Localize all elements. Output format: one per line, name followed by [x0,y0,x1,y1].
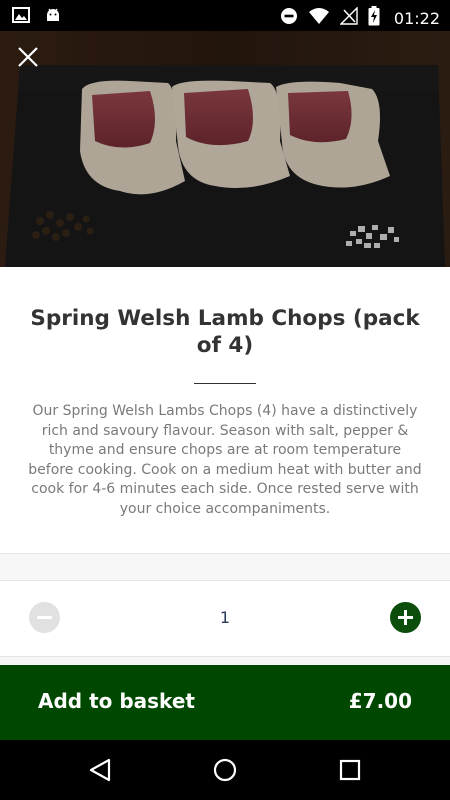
close-button[interactable] [16,45,40,69]
product-description: Our Spring Welsh Lambs Chops (4) have a … [28,403,422,517]
battery-charging-icon [368,6,380,31]
close-icon [18,47,38,67]
wifi-icon [308,7,330,30]
back-button[interactable] [85,755,115,785]
android-icon [44,6,62,29]
add-to-basket-button[interactable]: Add to basket £7.00 [0,665,450,740]
recents-icon [339,759,361,781]
home-button[interactable] [210,755,240,785]
add-to-basket-label: Add to basket [38,689,195,713]
product-detail-screen: 01:22 Spring Welsh Lamb Chops (pack of 4… [0,0,450,800]
home-icon [213,758,237,782]
plus-circle-icon[interactable] [390,602,421,633]
back-icon [89,758,111,782]
lamb-chops-photo [0,31,450,267]
product-title: Spring Welsh Lamb Chops (pack of 4) [30,306,420,358]
navigation-bar [0,740,450,800]
quantity-stepper: 1 [0,582,450,656]
section-separator [0,553,450,581]
image-icon [12,6,30,29]
status-time: 01:22 [393,9,440,28]
no-signal-icon [339,6,358,30]
do-not-disturb-icon [280,7,298,30]
product-image [0,31,450,267]
recents-button[interactable] [335,755,365,785]
status-bar: 01:22 [0,0,450,31]
product-info: Spring Welsh Lamb Chops (pack of 4) Our … [0,267,450,519]
quantity-value: 1 [219,608,231,627]
basket-price: £7.00 [348,689,412,713]
